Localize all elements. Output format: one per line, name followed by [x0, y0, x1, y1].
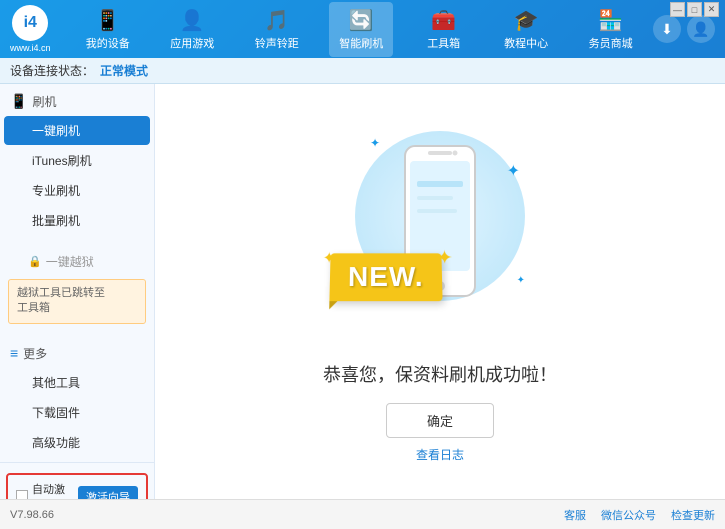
success-illustration: ✦ ✦ ✦ ✦ NEW. ✦ [340, 121, 540, 341]
check-update-link[interactable]: 检查更新 [671, 507, 715, 523]
smart-flash-icon: 🔄 [349, 8, 374, 33]
sidebar-item-pro-flash[interactable]: 专业刷机 [4, 176, 150, 205]
auto-activate-checkbox-box[interactable] [16, 490, 28, 499]
status-mode: 正常模式 [100, 62, 148, 79]
sidebar-item-download-firmware[interactable]: 下载固件 [4, 398, 150, 427]
nav-my-device-label: 我的设备 [86, 35, 130, 51]
main-layout: 📱 刷机 一键刷机 iTunes刷机 专业刷机 批量刷机 🔒 一键越狱 越狱工具… [0, 84, 725, 499]
more-section-label: 更多 [23, 345, 47, 362]
lock-icon: 🔒 [28, 255, 42, 268]
more-section-header[interactable]: ≡ 更多 [0, 340, 154, 367]
ringtones-icon: 🎵 [264, 8, 289, 33]
tutorial-icon: 🎓 [514, 8, 539, 33]
star-left-icon: ✦ [322, 248, 336, 268]
nav-smart-flash[interactable]: 🔄 智能刷机 [329, 2, 393, 57]
confirm-button[interactable]: 确定 [386, 403, 494, 438]
sidebar: 📱 刷机 一键刷机 iTunes刷机 专业刷机 批量刷机 🔒 一键越狱 越狱工具… [0, 84, 155, 499]
nav-smart-flash-label: 智能刷机 [339, 35, 383, 51]
auto-activate-checkbox[interactable]: 自动激活 [16, 481, 72, 499]
sparkle-bottom-right: ✦ [517, 275, 525, 286]
auto-activate-area: 自动激活 激活向导 [6, 473, 148, 499]
flash-section: 📱 刷机 一键刷机 iTunes刷机 专业刷机 批量刷机 [0, 84, 154, 240]
flash-section-label: 刷机 [32, 93, 56, 110]
more-section: ≡ 更多 其他工具 下载固件 高级功能 [0, 336, 154, 462]
version-text: V7.98.66 [10, 509, 54, 521]
close-button[interactable]: ✕ [704, 2, 719, 17]
nav-apps-games[interactable]: 👤 应用游戏 [160, 2, 224, 57]
guide-button[interactable]: 激活向导 [78, 486, 138, 499]
sidebar-bottom: 自动激活 激活向导 📱 iPhone 15 Pro Max 512GB iPho… [0, 462, 154, 499]
download-button[interactable]: ⬇ [653, 15, 681, 43]
phone-wrapper: ✦ ✦ ✦ ✦ NEW. ✦ [340, 121, 540, 321]
my-device-icon: 📱 [95, 8, 120, 33]
sidebar-item-one-key-flash[interactable]: 一键刷机 [4, 116, 150, 145]
bottom-right: 客服 微信公众号 检查更新 [564, 507, 715, 523]
view-log-link[interactable]: 查看日志 [416, 446, 464, 463]
nav-toolbox[interactable]: 🧰 工具箱 [414, 2, 474, 57]
status-bar: 设备连接状态： 正常模式 [0, 58, 725, 84]
bottom-left: V7.98.66 [10, 509, 54, 521]
sparkle-top: ✦ [370, 136, 380, 150]
nav-menu: 📱 我的设备 👤 应用游戏 🎵 铃声铃距 🔄 智能刷机 🧰 工具箱 🎓 教程中心… [66, 2, 653, 57]
sidebar-one-key-jailbreak: 🔒 一键越狱 [0, 248, 154, 275]
nav-service-label: 务员商城 [589, 35, 633, 51]
toolbox-icon: 🧰 [431, 8, 456, 33]
user-button[interactable]: 👤 [687, 15, 715, 43]
logo-icon: i4 [12, 5, 48, 41]
success-text: 恭喜您，保资料刷机成功啦！ [323, 361, 557, 387]
sidebar-notice: 越狱工具已跳转至工具箱 [8, 279, 146, 324]
nav-tutorial[interactable]: 🎓 教程中心 [494, 2, 558, 57]
content-area: ✦ ✦ ✦ ✦ NEW. ✦ 恭喜您，保资料刷机成功啦！ 确定 查看日志 [155, 84, 725, 499]
logo-url: www.i4.cn [10, 43, 51, 53]
nav-my-device[interactable]: 📱 我的设备 [76, 2, 140, 57]
auto-activate-label: 自动激活 [32, 481, 72, 499]
nav-ringtones[interactable]: 🎵 铃声铃距 [245, 2, 309, 57]
logo-area: i4 www.i4.cn [10, 5, 51, 53]
minimize-button[interactable]: — [670, 2, 685, 17]
sidebar-item-advanced[interactable]: 高级功能 [4, 428, 150, 457]
more-icon: ≡ [10, 345, 18, 361]
sidebar-item-itunes-flash[interactable]: iTunes刷机 [4, 146, 150, 175]
top-navbar: i4 www.i4.cn 📱 我的设备 👤 应用游戏 🎵 铃声铃距 🔄 智能刷机… [0, 0, 725, 58]
apps-games-icon: 👤 [180, 8, 205, 33]
maximize-button[interactable]: □ [687, 2, 702, 17]
nav-apps-games-label: 应用游戏 [170, 35, 214, 51]
nav-tutorial-label: 教程中心 [504, 35, 548, 51]
wechat-link[interactable]: 微信公众号 [601, 507, 656, 523]
status-prefix: 设备连接状态： [10, 62, 94, 79]
sparkle-right: ✦ [507, 161, 520, 181]
top-right-controls: ⬇ 👤 [653, 15, 715, 43]
service-icon: 🏪 [598, 8, 623, 33]
customer-service-link[interactable]: 客服 [564, 507, 586, 523]
star-right-icon: ✦ [436, 245, 453, 269]
nav-service[interactable]: 🏪 务员商城 [579, 2, 643, 57]
bottom-bar: V7.98.66 客服 微信公众号 检查更新 [0, 499, 725, 529]
new-label: NEW. [348, 261, 424, 292]
flash-section-header[interactable]: 📱 刷机 [0, 88, 154, 115]
sidebar-item-other-tools[interactable]: 其他工具 [4, 368, 150, 397]
new-banner: ✦ NEW. ✦ [329, 253, 442, 301]
nav-toolbox-label: 工具箱 [427, 35, 460, 51]
sidebar-item-batch-flash[interactable]: 批量刷机 [4, 206, 150, 235]
flash-section-icon: 📱 [10, 93, 27, 110]
nav-ringtones-label: 铃声铃距 [255, 35, 299, 51]
